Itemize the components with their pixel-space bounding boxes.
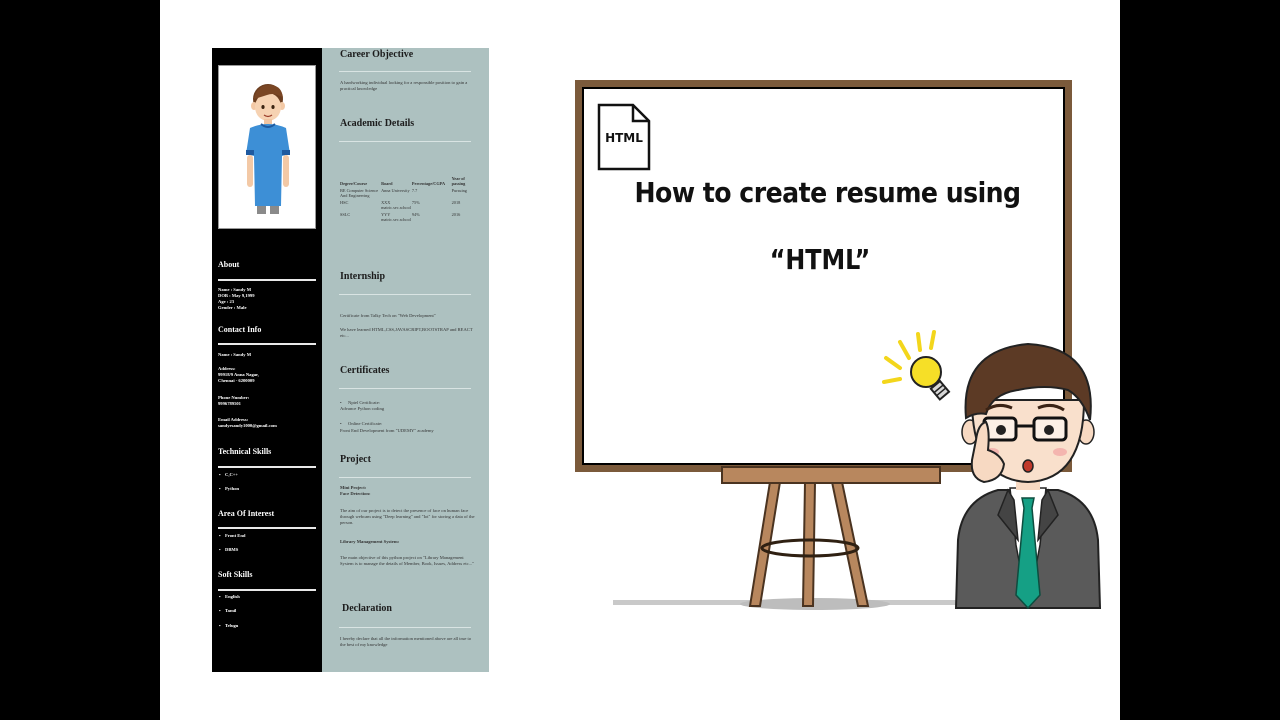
resume-sidebar: About Name : Sandy M DOB : May 9,1999 Ag… [212, 48, 322, 672]
library-project-text: The main objective of this python projec… [340, 555, 474, 566]
contact-divider [218, 343, 316, 345]
idea-lightbulb-icon [882, 330, 951, 401]
internship-text-1: Certificate from Talky Tech on "Web Deve… [340, 313, 436, 318]
table-row: SSLC YYY matric.sec.school 94% 2016 [340, 212, 476, 224]
profile-photo [218, 65, 316, 229]
declaration-heading: Declaration [342, 603, 392, 614]
technical-skills-heading: Technical Skills [218, 447, 272, 456]
project-divider [339, 477, 471, 478]
technical-skills-divider [218, 466, 316, 468]
resume-preview: About Name : Sandy M DOB : May 9,1999 Ag… [212, 48, 489, 672]
contact-name: Name : Sandy M [218, 352, 252, 357]
address-line-2: Chennai - 6200009 [218, 378, 255, 383]
skill-item: • Python [219, 486, 240, 491]
address-line-1: 99918/9 Anna Nagar, [218, 372, 259, 377]
area-of-interest-heading: Area Of Interest [218, 509, 275, 518]
table-cell: YYY matric.sec.school [381, 212, 411, 222]
table-row: BE Computer Science And Engineering Anna… [340, 188, 476, 200]
declaration-text: I hereby declare that all the informatio… [340, 636, 472, 647]
declaration-divider [339, 627, 471, 628]
career-divider [339, 71, 471, 72]
table-cell: 94% [411, 212, 420, 217]
column-header: Percentage/CGPA [411, 181, 446, 186]
about-dob: DOB : May 9,1999 [218, 293, 255, 298]
mini-project-title: Face Detection: [340, 491, 371, 496]
soft-skill-item: • English [219, 594, 240, 599]
certificate-item-1-text: Advance Python coding [340, 406, 385, 411]
certificates-divider [339, 388, 471, 389]
interest-item: • Front End [219, 533, 246, 538]
soft-skill-item: • Tamil [219, 608, 237, 613]
about-name: Name : Sandy M [218, 287, 252, 292]
table-cell: Pursuing [451, 188, 467, 193]
contact-heading: Contact Info [218, 325, 262, 334]
resume-main: Career Objective A hardworking individua… [322, 48, 489, 672]
phone-number: 9996789501 [218, 401, 241, 406]
table-cell: Anna University [381, 188, 410, 193]
thumbnail-canvas: About Name : Sandy M DOB : May 9,1999 Ag… [160, 0, 1120, 720]
internship-text-2: We have learned HTML,CSS,JAVASCRIPT,BOOT… [340, 327, 473, 338]
career-text: A hardworking individual looking for a r… [340, 80, 468, 91]
html-file-icon: HTML [597, 103, 651, 171]
soft-skills-divider [218, 589, 316, 591]
table-header-row: Degree/Course Board Percentage/CGPA Year… [340, 176, 476, 188]
about-age: Age : 23 [218, 299, 235, 304]
phone-label: Phone Number: [218, 395, 250, 400]
easel-shelf [721, 466, 941, 484]
table-cell: 2016 [451, 212, 461, 217]
email-address: sandyrsandy1000@gmail.com [218, 423, 277, 428]
column-header: Year of passing [451, 176, 466, 186]
soft-skills-heading: Soft Skills [218, 570, 253, 579]
mini-project-text: The aim of our project is to detect the … [340, 508, 475, 525]
career-objective-heading: Career Objective [340, 49, 414, 60]
certificate-item-2-text: Front End Development from "UDEMY" acade… [340, 428, 434, 433]
table-cell: XXX matric.sec.school [381, 200, 411, 210]
boy-avatar-icon [246, 84, 290, 214]
table-cell: SSLC [340, 212, 351, 217]
soft-skill-item: • Telugu [219, 623, 239, 628]
about-divider [218, 279, 316, 281]
table-cell: BE Computer Science And Engineering [340, 188, 379, 198]
project-heading: Project [340, 454, 371, 465]
column-header: Degree/Course [340, 181, 368, 186]
academic-table: Degree/Course Board Percentage/CGPA Year… [340, 176, 476, 224]
area-of-interest-divider [218, 527, 316, 529]
whiteboard-title-line-2: “HTML” [769, 243, 871, 276]
internship-heading: Internship [340, 271, 386, 282]
table-cell: HSC [340, 200, 349, 205]
table-cell: 75% [411, 200, 420, 205]
about-gender: Gender : Male [218, 305, 247, 310]
skill-item: • C,C++ [219, 472, 239, 477]
certificates-heading: Certificates [340, 365, 390, 376]
thinking-man-illustration [954, 342, 1102, 610]
mini-project-label: Mini Project: [340, 485, 367, 490]
table-row: HSC XXX matric.sec.school 75% 2018 [340, 200, 476, 212]
academic-heading: Academic Details [340, 118, 415, 129]
interest-item: • DBMS [219, 547, 239, 552]
certificate-item-1-label: • Nptel Certificate: [340, 400, 381, 405]
column-header: Board [381, 181, 393, 186]
about-heading: About [218, 260, 240, 269]
whiteboard-title-line-1: How to create resume using [634, 176, 1022, 209]
html-file-icon-label: HTML [605, 131, 643, 145]
table-cell: 7.7 [411, 188, 418, 193]
academic-divider [339, 141, 471, 142]
internship-divider [339, 294, 471, 295]
email-label: Email Address: [218, 417, 249, 422]
library-project-title: Library Management System: [340, 539, 400, 544]
table-cell: 2018 [451, 200, 461, 205]
certificate-item-2-label: • Online Certificate: [340, 421, 383, 426]
address-label: Address: [218, 366, 236, 371]
